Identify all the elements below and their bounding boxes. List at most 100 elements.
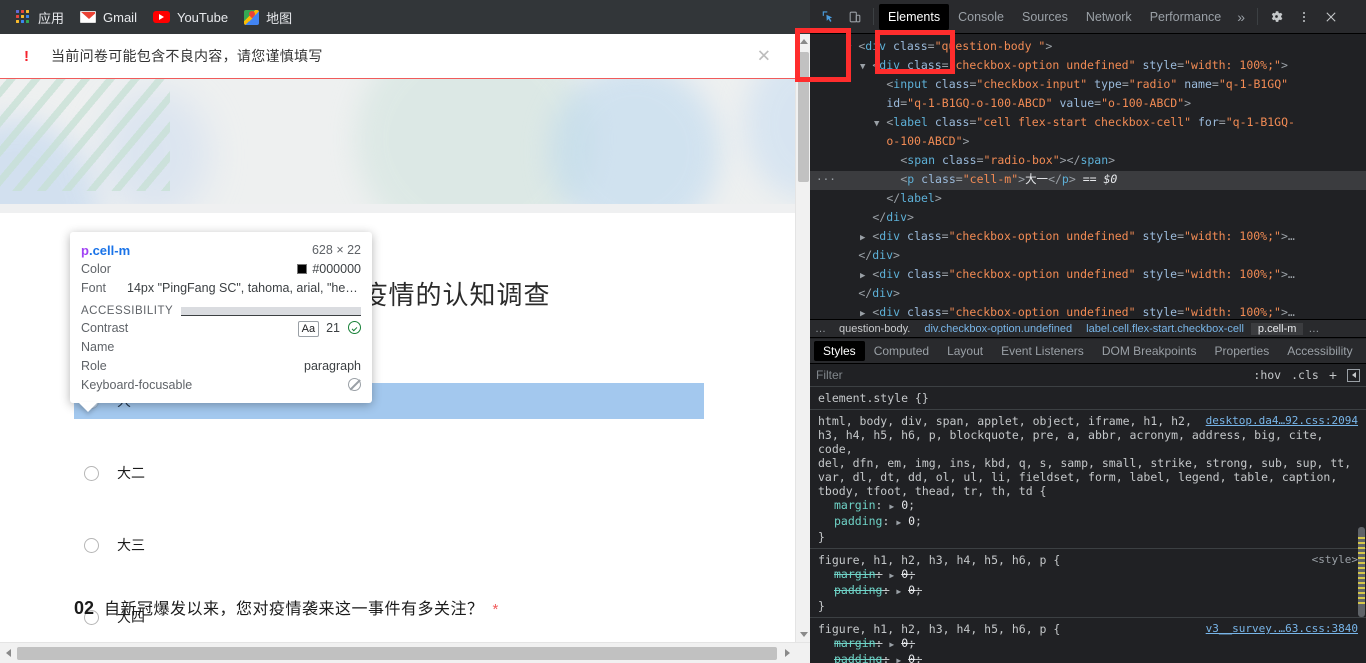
styles-tab-event-listeners[interactable]: Event Listeners <box>992 341 1093 361</box>
inspect-cursor-icon[interactable] <box>814 4 841 30</box>
dom-node-line[interactable]: ▼ <input class="checkbox-input" type="ra… <box>810 76 1366 95</box>
declaration-property[interactable]: padding <box>834 652 882 663</box>
expand-arrow-icon[interactable]: ▶ <box>889 502 894 511</box>
decor-stripes <box>0 79 170 191</box>
dom-node-line[interactable]: ▼ </div> <box>810 209 1366 228</box>
style-rule[interactable]: v3__survey.…63.css:3840 figure, h1, h2, h… <box>810 618 1366 663</box>
style-rule-source[interactable]: v3__survey.…63.css:3840 <box>1206 622 1358 636</box>
breadcrumb-item[interactable]: … <box>810 323 832 335</box>
dom-node-line[interactable]: ▼ </label> <box>810 190 1366 209</box>
filter-input[interactable]: Filter <box>816 368 843 382</box>
dom-node-line[interactable]: ▶ <div class="checkbox-option undefined"… <box>810 266 1366 285</box>
breadcrumb-item[interactable]: label.cell.flex-start.checkbox-cell <box>1079 323 1251 335</box>
tab-elements[interactable]: Elements <box>879 3 950 30</box>
expand-arrow-icon[interactable]: ▶ <box>889 640 894 649</box>
scroll-up-arrow-icon[interactable] <box>796 34 811 49</box>
more-tabs-icon[interactable]: » <box>1230 9 1252 25</box>
styles-filter-bar[interactable]: Filter :hov .cls + <box>810 364 1366 387</box>
radio-icon[interactable] <box>84 465 99 481</box>
tooltip-font-value: 14px "PingFang SC", tahoma, arial, "helv… <box>127 281 359 295</box>
dom-node-line[interactable]: ▼ <span class="radio-box"></span> <box>810 152 1366 171</box>
bookmark-gmail[interactable]: Gmail <box>74 7 147 28</box>
styles-tab-styles[interactable]: Styles <box>814 341 865 361</box>
style-rule[interactable]: element.style {} <box>810 387 1366 410</box>
dom-ellipsis-badge[interactable]: ··· <box>816 171 836 188</box>
gear-icon[interactable] <box>1263 4 1290 30</box>
scroll-left-arrow-icon[interactable] <box>0 643 16 663</box>
more-vertical-icon[interactable] <box>1290 4 1317 30</box>
breadcrumb-item[interactable]: p.cell-m <box>1250 322 1304 335</box>
styles-rules-list[interactable]: element.style {} desktop.da4…92.css:2094 h… <box>810 387 1366 663</box>
scroll-right-arrow-icon[interactable] <box>779 643 795 663</box>
styles-tab-layout[interactable]: Layout <box>938 341 992 361</box>
style-rule-source[interactable]: <style> <box>1312 553 1358 567</box>
tab-performance[interactable]: Performance <box>1141 4 1231 30</box>
horizontal-scroll-thumb[interactable] <box>17 647 777 660</box>
style-rule-source[interactable]: desktop.da4…92.css:2094 <box>1206 414 1358 428</box>
bookmark-maps[interactable]: 地图 <box>238 5 302 30</box>
bookmark-youtube[interactable]: YouTube <box>147 7 238 28</box>
breadcrumb-item[interactable]: … <box>1303 323 1325 335</box>
breadcrumb-item[interactable]: question-body. <box>832 323 917 335</box>
style-rule-close-brace: } <box>818 599 825 613</box>
styles-scrollbar[interactable] <box>1357 387 1366 663</box>
question-2: 02 自新冠爆发以来，您对疫情袭来这一事件有多关注？ * <box>74 595 498 619</box>
tab-sources[interactable]: Sources <box>1013 4 1077 30</box>
device-toolbar-icon[interactable] <box>841 4 868 30</box>
expand-arrow-icon[interactable]: ▶ <box>889 571 894 580</box>
dom-node-line[interactable]: ▼ <div class="checkbox-option undefined"… <box>810 57 1366 76</box>
cls-button[interactable]: .cls <box>1291 368 1319 382</box>
style-declaration[interactable]: margin: ▶ 0; <box>818 498 1358 514</box>
page-vertical-scrollbar[interactable] <box>795 34 810 642</box>
expand-arrow-icon[interactable]: ▶ <box>896 587 901 596</box>
styles-tab-computed[interactable]: Computed <box>865 341 938 361</box>
dom-node-line[interactable]: ▼ </div> <box>810 247 1366 266</box>
declaration-value[interactable]: 0 <box>908 652 915 663</box>
style-declaration[interactable]: margin: ▶ 0; <box>818 636 1358 652</box>
close-icon[interactable]: ✕ <box>757 48 771 65</box>
style-declaration[interactable]: padding: ▶ 0; <box>818 652 1358 663</box>
style-rule[interactable]: <style> figure, h1, h2, h3, h4, h5, h6, p… <box>810 549 1366 618</box>
expand-arrow-icon[interactable]: ▶ <box>896 518 901 527</box>
dom-node-line[interactable]: ▶ <div class="checkbox-option undefined"… <box>810 304 1366 319</box>
dom-node-line[interactable]: ▼ id="q-1-B1GQ-o-100-ABCD" value="o-100-… <box>810 95 1366 114</box>
declaration-value[interactable]: 0 <box>908 514 915 528</box>
declaration-property[interactable]: padding <box>834 514 882 528</box>
dom-node-line[interactable]: ▼ o-100-ABCD"> <box>810 133 1366 152</box>
style-declaration[interactable]: padding: ▶ 0; <box>818 583 1358 599</box>
dom-node-line[interactable]: ···▼ <p class="cell-m">大一</p> == $0 <box>810 171 1366 190</box>
breadcrumb-item[interactable]: div.checkbox-option.undefined <box>917 323 1079 335</box>
style-rule[interactable]: desktop.da4…92.css:2094 html, body, div, … <box>810 410 1366 549</box>
contrast-ratio: 21 <box>326 321 340 335</box>
close-icon[interactable] <box>1317 4 1344 30</box>
element-inspect-tooltip: p .cell-m 628 × 22 Color #000000 Font 14p… <box>70 232 372 403</box>
new-style-rule-button[interactable]: + <box>1329 367 1337 383</box>
declaration-value[interactable]: 0 <box>908 583 915 597</box>
tab-network[interactable]: Network <box>1077 4 1141 30</box>
dom-tree[interactable]: ▼ <div class="question-body "> ▼ <div cla… <box>810 34 1366 319</box>
option-row-2[interactable]: 大二 <box>74 455 734 491</box>
option-row-3[interactable]: 大三 <box>74 527 734 563</box>
bookmark-apps[interactable]: 应用 <box>10 5 74 30</box>
declaration-property[interactable]: margin <box>834 567 876 581</box>
declaration-property[interactable]: margin <box>834 498 876 512</box>
styles-tab-properties[interactable]: Properties <box>1206 341 1279 361</box>
expand-arrow-icon[interactable]: ▶ <box>896 656 901 663</box>
page-horizontal-scrollbar[interactable] <box>0 642 810 663</box>
dom-node-line[interactable]: ▼ <div class="question-body "> <box>810 38 1366 57</box>
declaration-property[interactable]: margin <box>834 636 876 650</box>
dom-node-line[interactable]: ▼ </div> <box>810 285 1366 304</box>
radio-icon[interactable] <box>84 537 99 553</box>
scroll-down-arrow-icon[interactable] <box>796 627 811 642</box>
vertical-scroll-thumb[interactable] <box>798 52 809 182</box>
hov-button[interactable]: :hov <box>1253 368 1281 382</box>
style-declaration[interactable]: margin: ▶ 0; <box>818 567 1358 583</box>
declaration-property[interactable]: padding <box>834 583 882 597</box>
toggle-sidebar-icon[interactable] <box>1347 368 1360 382</box>
style-declaration[interactable]: padding: ▶ 0; <box>818 514 1358 530</box>
dom-node-line[interactable]: ▶ <div class="checkbox-option undefined"… <box>810 228 1366 247</box>
tab-console[interactable]: Console <box>949 4 1013 30</box>
styles-tab-accessibility[interactable]: Accessibility <box>1278 341 1361 361</box>
dom-node-line[interactable]: ▼ <label class="cell flex-start checkbox… <box>810 114 1366 133</box>
styles-tab-dom-breakpoints[interactable]: DOM Breakpoints <box>1093 341 1206 361</box>
